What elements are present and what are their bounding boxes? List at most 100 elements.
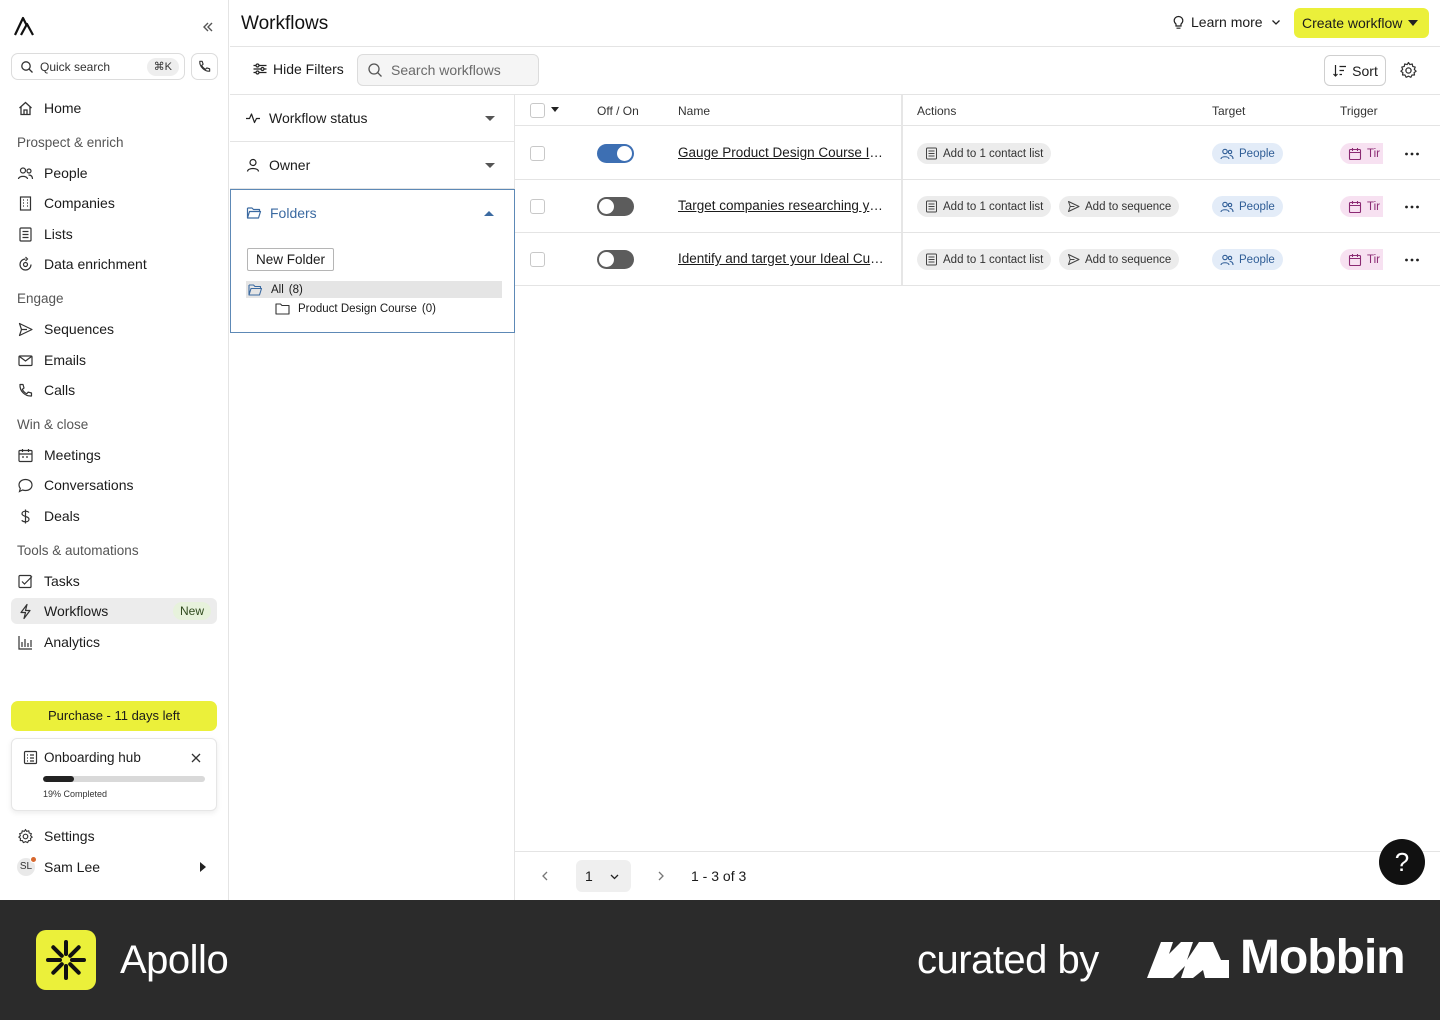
folder-item-product-design-course[interactable]: Product Design Course (0) (275, 302, 436, 316)
target-pill-people: People (1212, 196, 1283, 217)
chevron-left-icon[interactable] (539, 869, 551, 883)
hide-filters-button[interactable]: Hide Filters (252, 61, 344, 77)
notification-dot (30, 856, 37, 863)
caret-right-icon (200, 862, 206, 872)
close-icon[interactable] (190, 752, 202, 764)
learn-more-label: Learn more (1191, 14, 1263, 30)
trigger-label: Tir (1367, 253, 1380, 266)
people-icon (1220, 200, 1234, 214)
filter-folders: Folders New Folder All (8) Product Design… (230, 189, 515, 333)
workflow-toggle[interactable] (597, 197, 634, 216)
quick-search[interactable]: Quick search ⌘K (11, 53, 185, 80)
target-pill-people: People (1212, 143, 1283, 164)
sort-button[interactable]: Sort (1324, 55, 1386, 86)
sidebar-item-deals[interactable]: Deals (11, 503, 217, 529)
sidebar-item-emails[interactable]: Emails (11, 347, 217, 373)
section-engage: Engage (17, 291, 64, 306)
table-settings-gear-icon[interactable] (1399, 61, 1418, 80)
sidebar-item-calls[interactable]: Calls (11, 377, 217, 403)
workflow-toggle[interactable] (597, 144, 634, 163)
create-workflow-button[interactable]: Create workflow (1294, 8, 1429, 38)
caret-down-icon[interactable] (551, 107, 559, 112)
filter-workflow-status[interactable]: Workflow status (230, 95, 515, 142)
collapse-sidebar-icon[interactable] (200, 19, 216, 35)
workflow-name-link[interactable]: Identify and target your Ideal Cust... (678, 251, 888, 266)
sidebar-item-label: Conversations (44, 477, 134, 493)
chevron-right-icon[interactable] (655, 869, 667, 883)
action-label: Add to 1 contact list (943, 253, 1044, 266)
sidebar-item-home[interactable]: Home (11, 95, 217, 121)
sidebar: Quick search ⌘K Home Prospect & enrich P… (0, 0, 229, 900)
column-header-name[interactable]: Name (678, 104, 710, 118)
user-name: Sam Lee (44, 859, 101, 875)
sidebar-item-tasks[interactable]: Tasks (11, 568, 217, 594)
more-options-icon[interactable] (1404, 252, 1420, 268)
user-menu[interactable]: SL Sam Lee (11, 854, 217, 880)
select-all-checkbox[interactable] (530, 103, 545, 118)
column-header-target: Target (1212, 104, 1246, 118)
page-select[interactable]: 1 (576, 860, 631, 892)
caret-up-icon[interactable] (484, 211, 494, 216)
sidebar-item-people[interactable]: People (11, 160, 217, 186)
more-options-icon[interactable] (1404, 199, 1420, 215)
dollar-icon (17, 508, 34, 525)
send-icon (17, 321, 34, 338)
phone-icon (197, 59, 212, 74)
folder-name: Product Design Course (298, 303, 417, 315)
target-label: People (1239, 200, 1275, 213)
new-folder-button[interactable]: New Folder (247, 248, 335, 271)
table-row[interactable]: Gauge Product Design Course Int... Add t… (515, 127, 1440, 180)
mobbin-brand: Mobbin (1240, 931, 1406, 984)
onboarding-progress-bar (43, 776, 205, 782)
people-icon (17, 165, 34, 182)
sidebar-item-lists[interactable]: Lists (11, 221, 217, 247)
send-icon (1067, 200, 1080, 213)
workflow-name-link[interactable]: Gauge Product Design Course Int... (678, 145, 888, 160)
sidebar-item-meetings[interactable]: Meetings (11, 442, 217, 468)
sort-icon (1332, 63, 1347, 78)
sidebar-item-label: Workflows (44, 603, 109, 619)
learn-more-button[interactable]: Learn more (1171, 14, 1282, 30)
folder-count: (0) (421, 303, 436, 315)
sidebar-item-companies[interactable]: Companies (11, 190, 217, 216)
purchase-button[interactable]: Purchase - 11 days left (11, 701, 217, 731)
sidebar-item-workflows[interactable]: Workflows New (11, 598, 217, 624)
trigger-pill: Tir (1340, 143, 1383, 164)
folder-item-all[interactable]: All (8) (246, 281, 502, 298)
calendar-icon (1348, 253, 1362, 267)
sidebar-item-analytics[interactable]: Analytics (11, 629, 217, 655)
help-button[interactable]: ? (1379, 839, 1425, 885)
sidebar-item-sequences[interactable]: Sequences (11, 316, 217, 342)
column-header-actions: Actions (917, 104, 957, 118)
workflow-name-link[interactable]: Target companies researching yo... (678, 198, 888, 213)
sidebar-item-data-enrichment[interactable]: Data enrichment (11, 251, 217, 277)
create-workflow-label: Create workflow (1302, 15, 1403, 31)
search-input[interactable] (391, 62, 531, 78)
avatar-initials: SL (19, 861, 33, 872)
row-checkbox[interactable] (530, 146, 545, 161)
table-row[interactable]: Identify and target your Ideal Cust... A… (515, 233, 1440, 286)
footer-banner: Apollo curated by Mobbin (0, 900, 1440, 1020)
onboarding-hub-card[interactable]: Onboarding hub 19% Completed (11, 738, 217, 811)
lightning-icon (17, 603, 34, 620)
row-checkbox[interactable] (530, 199, 545, 214)
sidebar-item-settings[interactable]: Settings (11, 823, 217, 849)
more-options-icon[interactable] (1404, 146, 1420, 162)
table-row[interactable]: Target companies researching yo... Add t… (515, 180, 1440, 233)
sidebar-item-conversations[interactable]: Conversations (11, 472, 217, 498)
quick-search-shortcut: ⌘K (146, 58, 179, 76)
caret-down-icon (485, 163, 495, 168)
list-icon (17, 226, 34, 243)
onboarding-progress-label: 19% Completed (43, 789, 108, 799)
filter-owner[interactable]: Owner (230, 142, 515, 189)
people-icon (1220, 253, 1234, 267)
workflow-toggle[interactable] (597, 250, 634, 269)
search-workflows[interactable] (357, 54, 539, 86)
apollo-logo-icon[interactable] (13, 15, 35, 37)
calendar-icon (17, 447, 34, 464)
row-checkbox[interactable] (530, 252, 545, 267)
folder-name: All (271, 283, 284, 296)
folders-header[interactable]: Folders (246, 205, 317, 221)
people-icon (1220, 147, 1234, 161)
dialer-button[interactable] (191, 53, 218, 80)
